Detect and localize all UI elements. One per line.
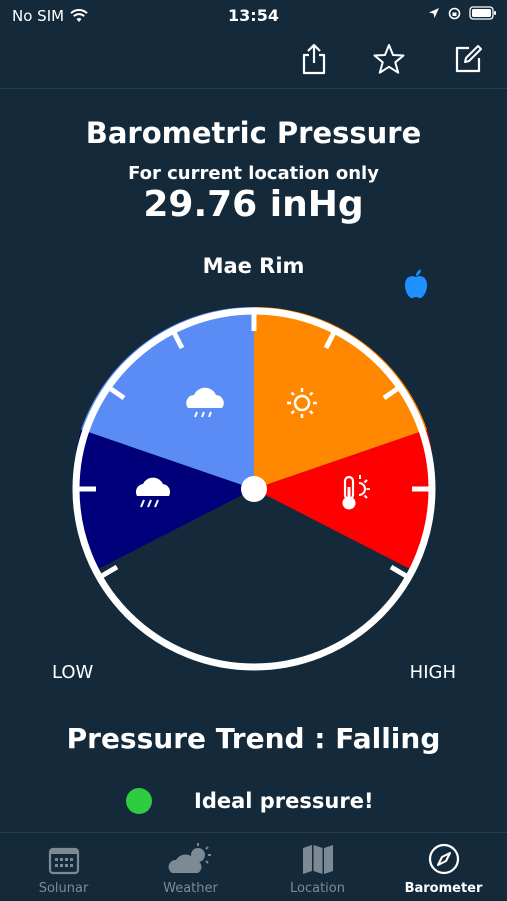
pressure-trend: Pressure Trend : Falling bbox=[66, 722, 441, 755]
location-name: Mae Rim bbox=[202, 254, 305, 278]
tab-label: Barometer bbox=[404, 881, 483, 896]
status-indicator-dot bbox=[126, 788, 152, 814]
location-arrow-icon bbox=[429, 8, 439, 18]
tab-barometer[interactable]: Barometer bbox=[380, 843, 507, 896]
compose-icon bbox=[455, 45, 482, 73]
gauge-low-label: LOW bbox=[52, 662, 94, 683]
pressure-status: Ideal pressure! bbox=[126, 788, 374, 814]
gauge-high-label: HIGH bbox=[409, 662, 456, 683]
status-message: Ideal pressure! bbox=[194, 789, 374, 813]
status-right bbox=[428, 6, 497, 20]
pressure-reading: 29.76 inHg bbox=[143, 184, 364, 225]
star-icon bbox=[373, 44, 405, 74]
toolbar bbox=[0, 34, 507, 86]
tab-solunar[interactable]: Solunar bbox=[0, 843, 127, 896]
favorite-button[interactable] bbox=[372, 42, 406, 76]
calendar-icon bbox=[48, 847, 79, 875]
map-icon bbox=[302, 845, 333, 874]
tab-bar: Solunar Weather Location Barometer bbox=[0, 832, 507, 901]
pressure-gauge bbox=[72, 306, 436, 671]
compass-icon bbox=[428, 843, 459, 875]
tab-label: Location bbox=[290, 881, 345, 896]
edit-button[interactable] bbox=[451, 42, 485, 76]
tab-label: Solunar bbox=[38, 881, 89, 896]
tab-location[interactable]: Location bbox=[254, 843, 381, 896]
apple-weather-icon[interactable] bbox=[402, 268, 430, 300]
rotation-lock-icon bbox=[448, 7, 461, 19]
partly-cloudy-icon bbox=[168, 843, 211, 873]
battery-icon bbox=[469, 6, 496, 20]
page-subtitle: For current location only bbox=[128, 163, 379, 184]
page-title: Barometric Pressure bbox=[85, 116, 422, 150]
toolbar-divider bbox=[0, 88, 507, 89]
tab-label: Weather bbox=[163, 881, 218, 896]
gauge-hub bbox=[241, 476, 267, 502]
share-icon bbox=[302, 43, 326, 75]
status-bar: No SIM 13:54 bbox=[0, 0, 507, 34]
tab-weather[interactable]: Weather bbox=[127, 843, 254, 896]
share-button[interactable] bbox=[297, 42, 331, 76]
